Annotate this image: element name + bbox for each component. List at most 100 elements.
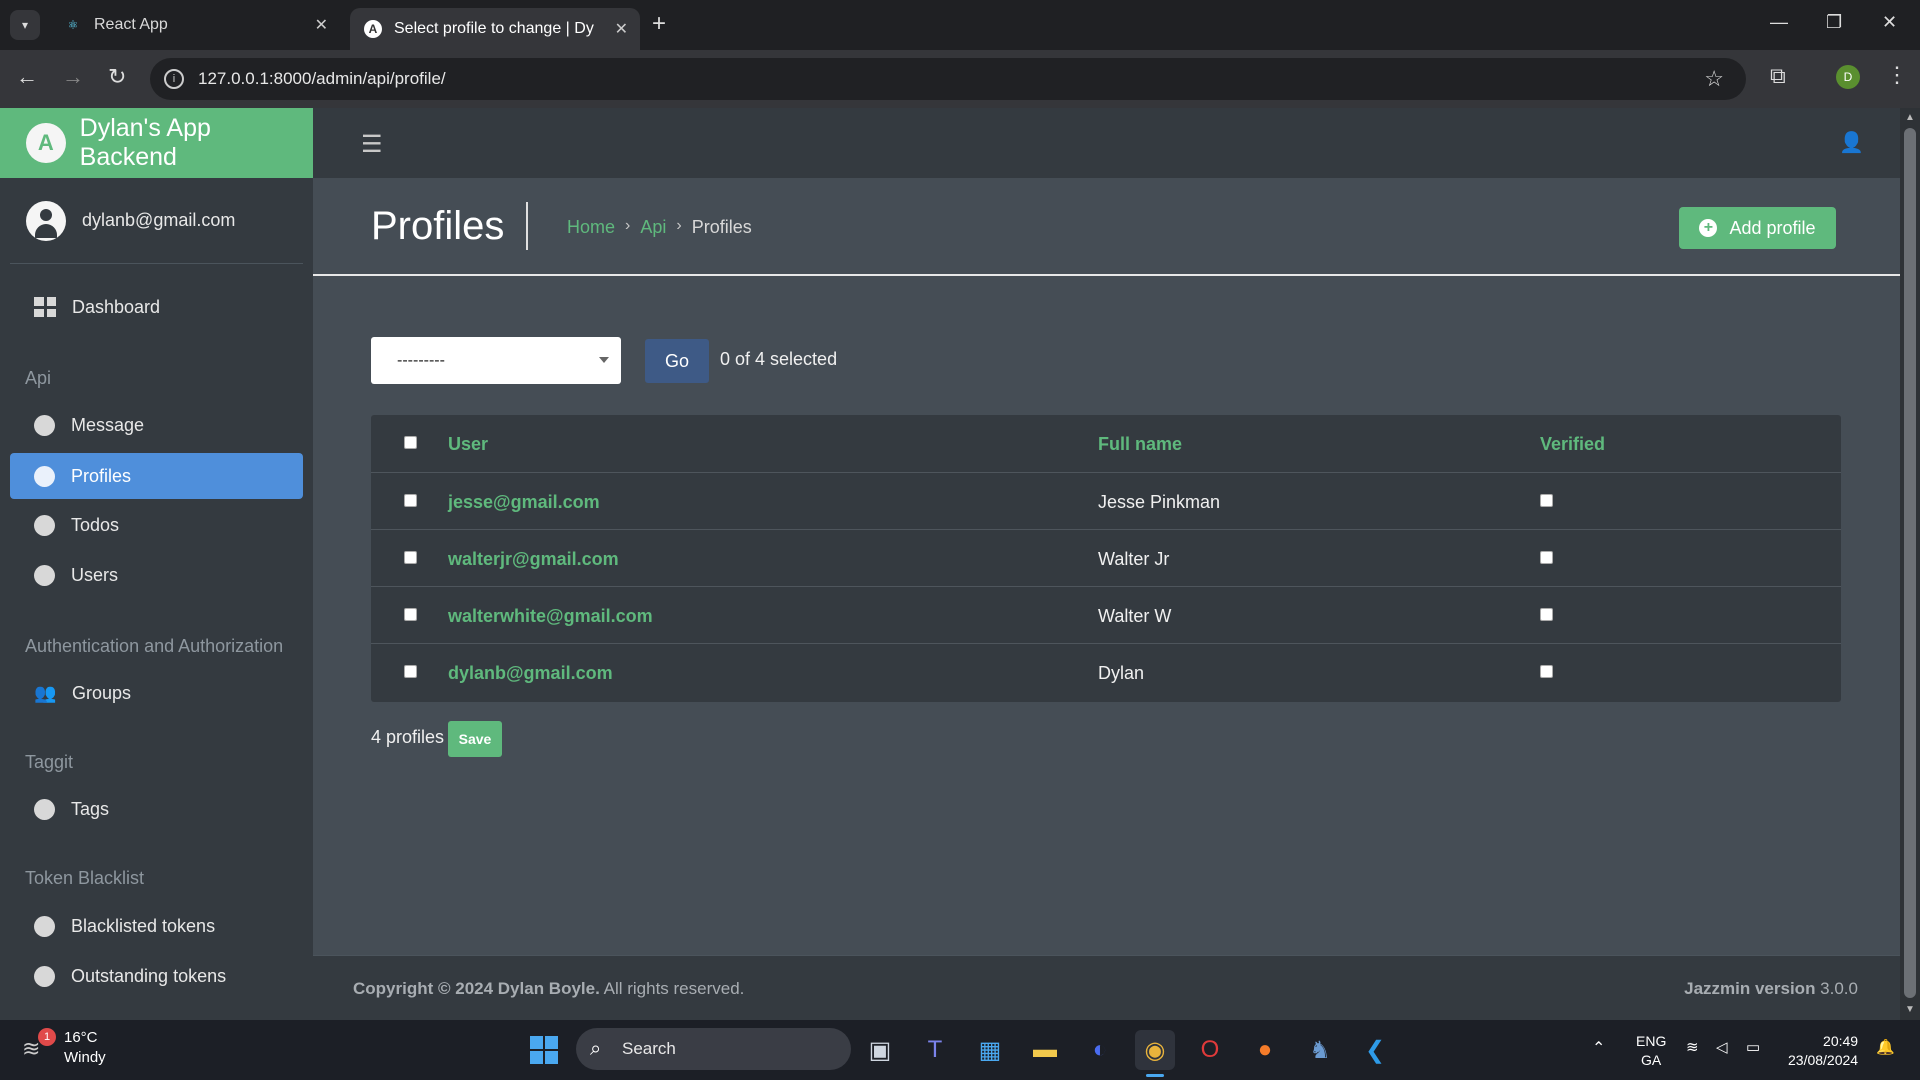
user-link[interactable]: walterwhite@gmail.com — [448, 606, 653, 627]
store-icon[interactable]: ▦ — [970, 1030, 1010, 1070]
weather-widget[interactable]: 16°C Windy — [64, 1028, 106, 1068]
column-header-full-name[interactable]: Full name — [1098, 434, 1182, 455]
bookmark-star-icon[interactable]: ☆ — [1704, 66, 1724, 92]
back-icon[interactable]: ← — [16, 64, 38, 90]
table-row: dylanb@gmail.com Dylan — [371, 643, 1841, 700]
sidebar-item-blacklisted-tokens[interactable]: Blacklisted tokens — [10, 903, 303, 949]
browser-profile-avatar[interactable]: D — [1836, 65, 1860, 89]
scroll-up-arrow-icon[interactable]: ▲ — [1905, 112, 1915, 123]
sidebar-item-users[interactable]: Users — [10, 552, 303, 598]
scroll-thumb[interactable] — [1904, 128, 1916, 998]
select-all-checkbox[interactable] — [404, 436, 417, 449]
action-select[interactable]: --------- — [371, 337, 621, 384]
opera-icon[interactable]: O — [1190, 1030, 1230, 1070]
tab-profiles[interactable]: A Select profile to change | Dylan ✕ — [350, 8, 640, 50]
sidebar-item-label: Profiles — [71, 465, 132, 486]
windows-start-icon[interactable] — [530, 1036, 558, 1064]
sidebar-item-tags[interactable]: Tags — [10, 786, 303, 832]
brand-link[interactable]: A Dylan's App Backend — [0, 108, 313, 178]
breadcrumb-api[interactable]: Api — [640, 217, 666, 238]
new-tab-button[interactable]: + — [652, 10, 666, 38]
language-indicator[interactable]: ENG GA — [1636, 1032, 1666, 1070]
window-close-icon[interactable]: ✕ — [1882, 12, 1897, 33]
plus-circle-icon: + — [1699, 219, 1718, 237]
sidebar-item-profiles[interactable]: Profiles — [10, 453, 303, 499]
verified-checkbox[interactable] — [1540, 608, 1553, 621]
breadcrumb-home[interactable]: Home — [567, 217, 615, 238]
user-menu-icon[interactable]: 👤 — [1839, 130, 1864, 155]
vscode-icon[interactable]: ❮ — [1355, 1030, 1395, 1070]
forward-icon[interactable]: → — [62, 64, 84, 90]
sidebar-item-todos[interactable]: Todos — [10, 502, 303, 548]
minimize-icon[interactable]: — — [1770, 12, 1788, 33]
sidebar-item-label: Tags — [71, 798, 110, 819]
chrome-icon[interactable]: ◉ — [1135, 1030, 1175, 1070]
row-checkbox[interactable] — [404, 665, 417, 678]
wifi-icon[interactable]: ≋ — [1686, 1038, 1699, 1056]
table-row: walterwhite@gmail.com Walter W — [371, 586, 1841, 643]
task-view-icon[interactable]: ▣ — [860, 1030, 900, 1070]
extensions-icon[interactable]: ⧉ — [1770, 63, 1786, 89]
verified-checkbox[interactable] — [1540, 551, 1553, 564]
sidebar-item-groups[interactable]: 👥 Groups — [10, 670, 303, 716]
row-checkbox[interactable] — [404, 608, 417, 621]
volume-icon[interactable]: ◁ — [1716, 1038, 1728, 1056]
scroll-down-arrow-icon[interactable]: ▼ — [1905, 1004, 1915, 1015]
table-row: jesse@gmail.com Jesse Pinkman — [371, 472, 1841, 529]
user-link[interactable]: dylanb@gmail.com — [448, 663, 613, 684]
save-button[interactable]: Save — [448, 721, 502, 757]
file-explorer-icon[interactable]: ▬ — [1025, 1030, 1065, 1070]
sidebar-item-dashboard[interactable]: Dashboard — [10, 284, 303, 330]
teams-icon[interactable]: T — [915, 1030, 955, 1070]
add-profile-button[interactable]: + Add profile — [1679, 207, 1836, 249]
taskbar-search[interactable]: ⌕ Search — [576, 1028, 851, 1070]
column-header-user[interactable]: User — [448, 434, 488, 455]
django-admin-icon: A — [364, 20, 382, 38]
close-icon[interactable]: ✕ — [615, 19, 628, 39]
sidebar-item-message[interactable]: Message — [10, 402, 303, 448]
verified-checkbox[interactable] — [1540, 665, 1553, 678]
circle-icon — [34, 514, 55, 536]
battery-icon[interactable]: ▭ — [1746, 1038, 1760, 1056]
menu-toggle-icon[interactable]: ☰ — [361, 130, 383, 159]
row-checkbox[interactable] — [404, 494, 417, 507]
column-header-verified[interactable]: Verified — [1540, 434, 1605, 455]
sidebar-item-outstanding-tokens[interactable]: Outstanding tokens — [10, 953, 303, 999]
taskbar: ≋ 1 16°C Windy ⌕ Search ▣ T ▦ ▬ ◐ ◉ O ● … — [0, 1020, 1920, 1080]
verified-checkbox[interactable] — [1540, 494, 1553, 507]
page-scrollbar[interactable]: ▲ ▼ — [1900, 108, 1920, 1020]
clock[interactable]: 20:49 23/08/2024 — [1788, 1032, 1858, 1070]
reload-icon[interactable]: ↻ — [108, 64, 126, 90]
dashboard-icon — [34, 297, 56, 317]
breadcrumb: Home › Api › Profiles — [567, 217, 752, 238]
react-icon: ⚛ — [67, 18, 79, 32]
circle-icon — [34, 414, 55, 436]
user-link[interactable]: walterjr@gmail.com — [448, 549, 619, 570]
circle-icon — [34, 915, 55, 937]
search-icon: ⌕ — [590, 1038, 602, 1060]
notification-bell-icon[interactable]: 🔔 — [1876, 1038, 1895, 1056]
tab-label: React App — [94, 16, 168, 33]
sidebar-item-label: Blacklisted tokens — [71, 915, 216, 936]
browser-tab-bar: ▾ ⚛ React App ✕ A Select profile to chan… — [0, 0, 1920, 50]
firefox-icon[interactable]: ● — [1245, 1030, 1285, 1070]
user-panel[interactable]: dylanb@gmail.com — [10, 178, 303, 264]
show-hidden-icons-chevron-up-icon[interactable]: ⌃ — [1592, 1038, 1605, 1058]
go-button[interactable]: Go — [645, 339, 709, 383]
browser-menu-icon[interactable]: ⋮ — [1886, 62, 1908, 88]
user-link[interactable]: jesse@gmail.com — [448, 492, 600, 513]
restore-icon[interactable]: ❐ — [1826, 12, 1842, 33]
row-checkbox[interactable] — [404, 551, 417, 564]
app-c-icon[interactable]: ◐ — [1080, 1030, 1120, 1070]
site-info-icon[interactable]: i — [164, 69, 184, 89]
tab-react-app[interactable]: ⚛ React App ✕ — [50, 8, 340, 42]
lang-primary: ENG — [1636, 1033, 1667, 1049]
postgres-icon[interactable]: ♞ — [1300, 1030, 1340, 1070]
close-icon[interactable]: ✕ — [315, 15, 328, 35]
tab-label: Select profile to change | Dylan — [394, 20, 594, 37]
tab-search-button[interactable]: ▾ — [10, 10, 40, 40]
browser-toolbar: ← → ↻ i 127.0.0.1:8000/admin/api/profile… — [0, 50, 1920, 108]
address-bar[interactable]: i 127.0.0.1:8000/admin/api/profile/ ☆ — [150, 58, 1746, 100]
result-count: 4 profiles — [371, 727, 445, 747]
brand-title: Dylan's App Backend — [79, 114, 211, 171]
